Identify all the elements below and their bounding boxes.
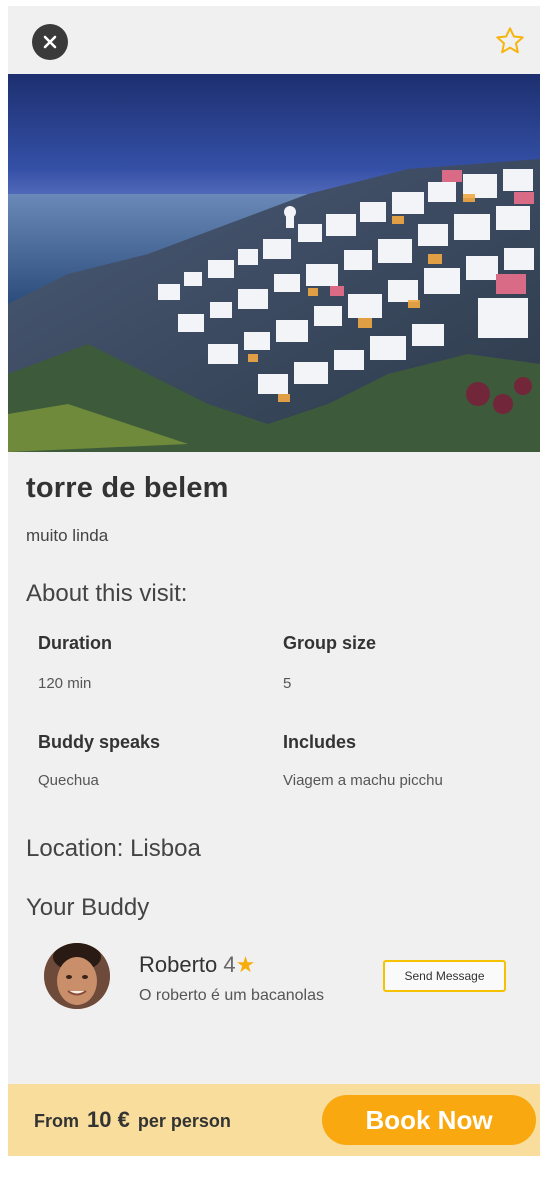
- visit-detail-screen: torre de belem muito linda About this vi…: [8, 6, 540, 1156]
- book-now-button[interactable]: Book Now: [322, 1095, 536, 1145]
- close-icon: [43, 35, 57, 49]
- star-outline-icon: [496, 27, 524, 54]
- per-person-label: per person: [137, 1111, 231, 1131]
- buddy-rating: 4: [223, 952, 236, 977]
- price-line: From 10 € per person: [34, 1107, 231, 1133]
- includes-label: Includes: [283, 732, 357, 752]
- buddy-speaks-label: Buddy speaks: [38, 732, 161, 752]
- buddy-speaks-value: Quechua: [38, 772, 99, 789]
- buddy-name-line: Roberto 4★: [139, 952, 255, 978]
- favorite-button[interactable]: [492, 23, 528, 59]
- includes-value: Viagem a machu picchu: [283, 772, 443, 789]
- avatar[interactable]: [44, 943, 110, 1009]
- from-label: From: [34, 1111, 79, 1131]
- close-button[interactable]: [32, 24, 68, 60]
- visit-subtitle: muito linda: [26, 526, 109, 545]
- send-message-button[interactable]: Send Message: [383, 960, 506, 992]
- hero-image: [8, 74, 540, 452]
- duration-label: Duration: [38, 633, 112, 653]
- duration-value: 120 min: [38, 675, 92, 692]
- location-text: Location: Lisboa: [26, 835, 201, 862]
- rating-star-icon: ★: [235, 952, 256, 977]
- visit-title: torre de belem: [26, 472, 229, 504]
- price-amount: 10 €: [87, 1107, 130, 1132]
- buddy-name: Roberto: [139, 952, 218, 977]
- buddy-description: O roberto é um bacanolas: [139, 987, 324, 1004]
- top-bar: [8, 6, 540, 74]
- group-size-label: Group size: [283, 633, 377, 653]
- group-size-value: 5: [283, 675, 292, 692]
- about-heading: About this visit:: [26, 580, 188, 607]
- buddy-heading: Your Buddy: [26, 894, 150, 921]
- booking-footer: From 10 € per person Book Now: [8, 1084, 540, 1156]
